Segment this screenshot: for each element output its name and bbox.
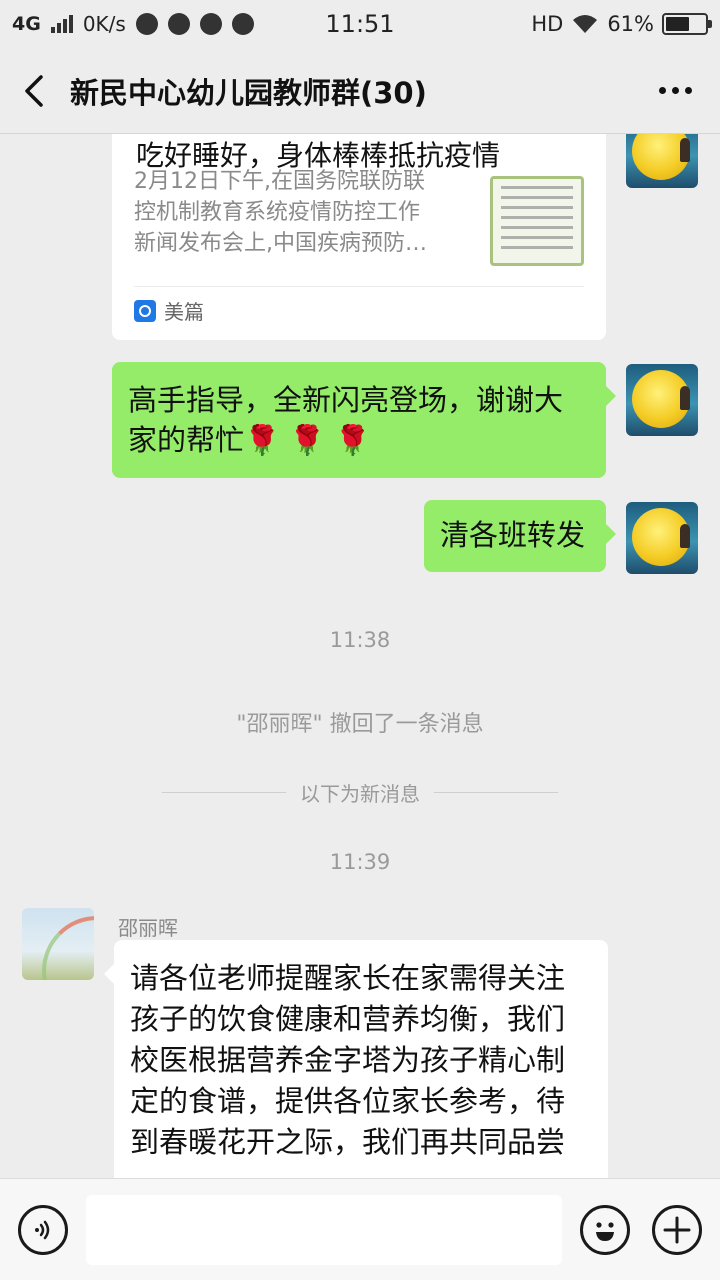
card-thumbnail xyxy=(490,176,584,266)
message-list[interactable]: 吃好睡好，身体棒棒抵抗疫情 2月12日下午,在国务院联防联 控机制教育系统疫情防… xyxy=(0,134,720,1178)
rose-emoji: 🌹 🌹 🌹 xyxy=(244,423,371,457)
card-source-label: 美篇 xyxy=(164,300,204,324)
message-bubble-outgoing[interactable]: 清各班转发 xyxy=(424,500,616,572)
avatar[interactable] xyxy=(22,908,94,980)
back-button[interactable] xyxy=(0,48,70,134)
message-bubble-outgoing[interactable]: 高手指导，全新闪亮登场，谢谢大 家的帮忙🌹 🌹 🌹 xyxy=(112,362,616,478)
back-arrow-icon xyxy=(25,74,43,107)
avatar[interactable] xyxy=(626,502,698,574)
emoji-button[interactable] xyxy=(580,1205,630,1255)
chat-title: 新民中心幼儿园教师群(30) xyxy=(70,75,427,110)
plus-icon xyxy=(663,1216,691,1244)
meipian-icon xyxy=(134,299,156,322)
emoji-icon xyxy=(596,1222,614,1241)
card-description: 2月12日下午,在国务院联防联 控机制教育系统疫情防控工作 新闻发布会上,中国疾… xyxy=(134,169,427,256)
avatar[interactable] xyxy=(626,134,698,188)
voice-icon xyxy=(35,1220,50,1240)
link-card[interactable]: 吃好睡好，身体棒棒抵抗疫情 2月12日下午,在国务院联防联 控机制教育系统疫情防… xyxy=(112,134,606,340)
message-input[interactable] xyxy=(86,1195,562,1265)
input-bar xyxy=(0,1178,720,1280)
battery-icon xyxy=(662,13,712,35)
more-button[interactable] xyxy=(630,48,720,134)
message-bubble-incoming[interactable]: 请各位老师提醒家长在家需得关注 孩子的饮食健康和营养均衡，我们 校医根据营养金字… xyxy=(104,940,608,1178)
clock: 11:51 xyxy=(325,10,395,38)
more-dots-icon xyxy=(658,87,666,94)
timestamp: 11:38 xyxy=(329,628,391,652)
new-messages-divider: 以下为新消息 xyxy=(162,778,558,807)
more-functions-button[interactable] xyxy=(652,1205,702,1255)
voice-button[interactable] xyxy=(18,1205,68,1255)
timestamp: 11:39 xyxy=(329,850,391,874)
avatar[interactable] xyxy=(626,364,698,436)
recall-notice: "邵丽晖" 撤回了一条消息 xyxy=(236,712,484,737)
chat-header: 新民中心幼儿园教师群(30) xyxy=(0,48,720,134)
card-divider xyxy=(134,286,584,287)
card-source: 美篇 xyxy=(134,296,204,325)
battery-level xyxy=(666,17,690,31)
status-bar: 4G 0K/s 11:51 HD 61% xyxy=(0,0,720,48)
sender-name: 邵丽晖 xyxy=(118,916,178,940)
